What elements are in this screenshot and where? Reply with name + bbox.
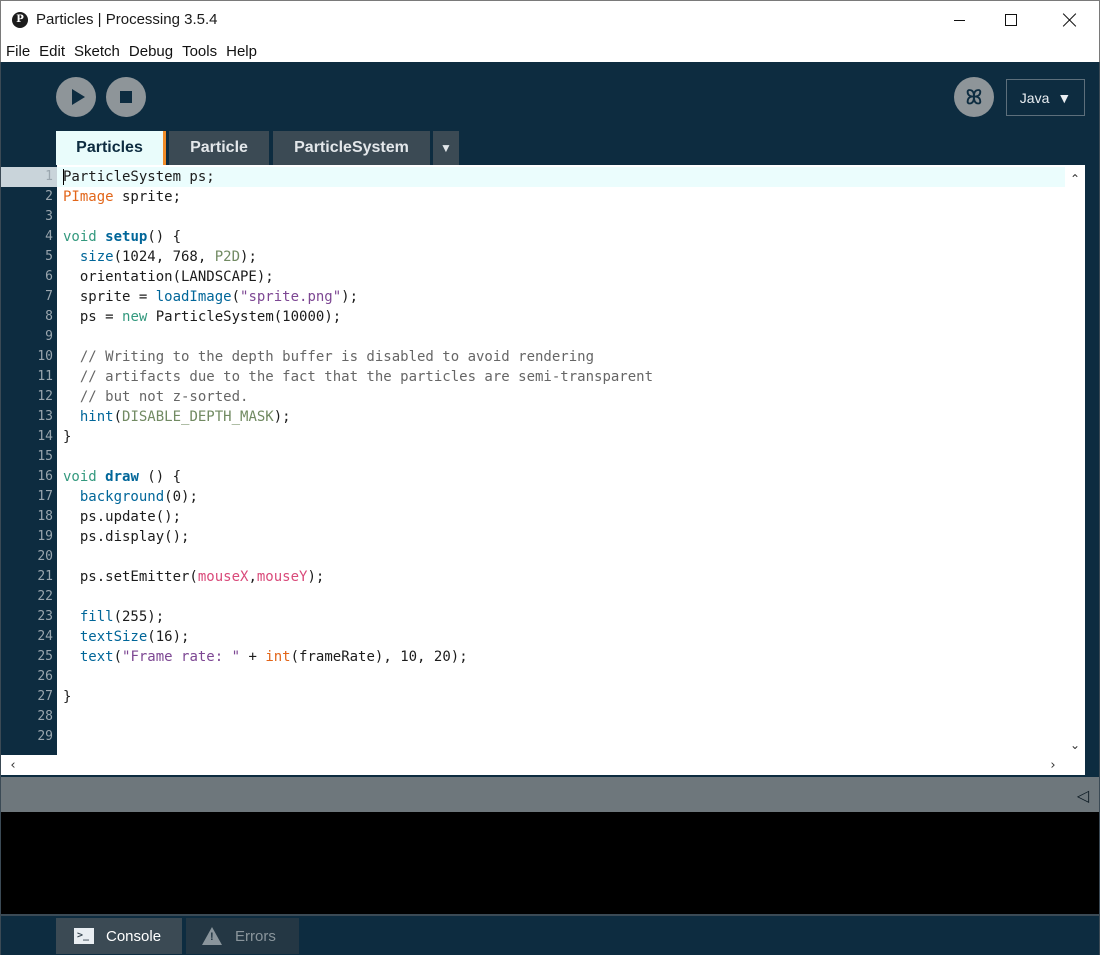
line-number: 21 [37, 569, 53, 584]
menu-debug[interactable]: Debug [129, 43, 173, 60]
line-number: 29 [37, 729, 53, 744]
line-number: 17 [37, 489, 53, 504]
menu-sketch[interactable]: Sketch [74, 43, 120, 60]
caret-down-icon: ▼ [1057, 89, 1072, 106]
maximize-icon [1005, 14, 1017, 26]
errors-tab-label: Errors [235, 927, 276, 945]
code-line: } [63, 689, 72, 705]
line-number: 11 [37, 369, 53, 384]
message-bar: ◁ [1, 777, 1099, 812]
tab-menu-button[interactable]: ▼ [433, 131, 459, 165]
code-line: size(1024, 768, P2D); [79, 249, 257, 265]
line-number: 9 [45, 329, 53, 344]
code-line: // but not z-sorted. [63, 389, 249, 405]
line-number: 12 [37, 389, 53, 404]
footer-panel: >_ Console Errors [1, 914, 1099, 955]
mode-selector[interactable]: Java ▼ [1006, 79, 1085, 116]
window-titlebar: P Particles | Processing 3.5.4 [0, 0, 1100, 40]
line-number: 4 [45, 229, 53, 244]
line-number: 14 [37, 429, 53, 444]
console-tab-label: Console [106, 927, 162, 945]
line-number: 2 [45, 189, 53, 204]
code-line: ps.display(); [63, 529, 190, 545]
scroll-right-icon[interactable]: › [1043, 755, 1063, 775]
processing-logo-icon: P [12, 12, 28, 28]
code-line: ps.setEmitter(mouseX,mouseY); [63, 569, 325, 585]
console-icon: >_ [74, 928, 94, 944]
line-number: 3 [45, 209, 53, 224]
code-line: } [63, 429, 72, 445]
menu-bar: File Edit Sketch Debug Tools Help [0, 40, 1100, 62]
line-number: 24 [37, 629, 53, 644]
tab-particles[interactable]: Particles [56, 131, 166, 165]
code-line: // Writing to the depth buffer is disabl… [63, 349, 595, 365]
code-line: // artifacts due to the fact that the pa… [63, 369, 654, 385]
play-icon [71, 89, 85, 105]
code-line: PImage sprite; [63, 189, 182, 205]
menu-help[interactable]: Help [226, 43, 257, 60]
caret-down-icon: ▼ [440, 141, 452, 155]
line-number: 13 [37, 409, 53, 424]
line-number: 18 [37, 509, 53, 524]
code-line: hint(DISABLE_DEPTH_MASK); [79, 409, 291, 425]
line-number: 20 [37, 549, 53, 564]
errors-tab[interactable]: Errors [186, 918, 299, 954]
console-tab[interactable]: >_ Console [56, 918, 182, 954]
menu-tools[interactable]: Tools [182, 43, 217, 60]
console-output[interactable] [1, 812, 1099, 914]
code-line: void setup() { [63, 229, 182, 245]
maximize-button[interactable] [988, 1, 1034, 39]
menu-edit[interactable]: Edit [39, 43, 65, 60]
vertical-scrollbar[interactable]: ⌃ ⌄ [1065, 165, 1085, 755]
minimize-button[interactable] [936, 1, 982, 39]
line-number: 25 [37, 649, 53, 664]
scroll-left-icon[interactable]: ‹ [3, 755, 23, 775]
code-line: ParticleSystem ps; [63, 169, 215, 185]
code-line: orientation(LANDSCAPE); [63, 269, 274, 285]
line-number: 27 [37, 689, 53, 704]
line-number: 10 [37, 349, 53, 364]
debugger-button[interactable]: ꕤ [954, 77, 994, 117]
collapse-console-icon[interactable]: ◁ [1077, 786, 1089, 805]
line-number: 22 [37, 589, 53, 604]
warning-icon [202, 927, 222, 945]
scroll-down-icon[interactable]: ⌄ [1065, 735, 1085, 755]
line-number-gutter: 1 2 3 4 5 6 7 8 9 10 11 12 13 14 15 16 17 18 19 20 21 22 23 24 2… [1, 165, 57, 755]
code-line: textSize(16); [79, 629, 190, 645]
close-icon [1063, 13, 1077, 27]
code-editor[interactable]: ParticleSystem ps; PImage sprite; void set… [57, 165, 1065, 755]
tab-particle[interactable]: Particle [169, 131, 269, 165]
code-line: ps.update(); [63, 509, 182, 525]
line-number: 1 [45, 169, 53, 184]
code-line: sprite = loadImage("sprite.png"); [63, 289, 359, 305]
menu-file[interactable]: File [6, 43, 30, 60]
code-line: void draw () { [63, 469, 182, 485]
butterfly-icon: ꕤ [965, 85, 983, 109]
run-button[interactable] [56, 77, 96, 117]
line-number: 26 [37, 669, 53, 684]
tab-particle-system[interactable]: ParticleSystem [273, 131, 430, 165]
stop-icon [120, 91, 132, 103]
line-number: 5 [45, 249, 53, 264]
line-number: 19 [37, 529, 53, 544]
line-number: 15 [37, 449, 53, 464]
line-number: 6 [45, 269, 53, 284]
close-button[interactable] [1047, 1, 1093, 39]
horizontal-scrollbar[interactable]: ‹ › [1, 755, 1085, 775]
scroll-up-icon[interactable]: ⌃ [1065, 169, 1085, 189]
stop-button[interactable] [106, 77, 146, 117]
line-number: 16 [37, 469, 53, 484]
code-line: ps = new ParticleSystem(10000); [63, 309, 342, 325]
code-line: text("Frame rate: " + int(frameRate), 10… [79, 649, 468, 665]
window-title: Particles | Processing 3.5.4 [36, 11, 218, 28]
line-number: 7 [45, 289, 53, 304]
code-line: fill(255); [79, 609, 165, 625]
line-number: 28 [37, 709, 53, 724]
ide-main: ꕤ Java ▼ Particles Particle ParticleSyst… [0, 62, 1100, 955]
line-number: 8 [45, 309, 53, 324]
mode-label: Java [1019, 89, 1050, 106]
code-line: background(0); [79, 489, 198, 505]
line-number: 23 [37, 609, 53, 624]
minimize-icon [953, 19, 965, 21]
